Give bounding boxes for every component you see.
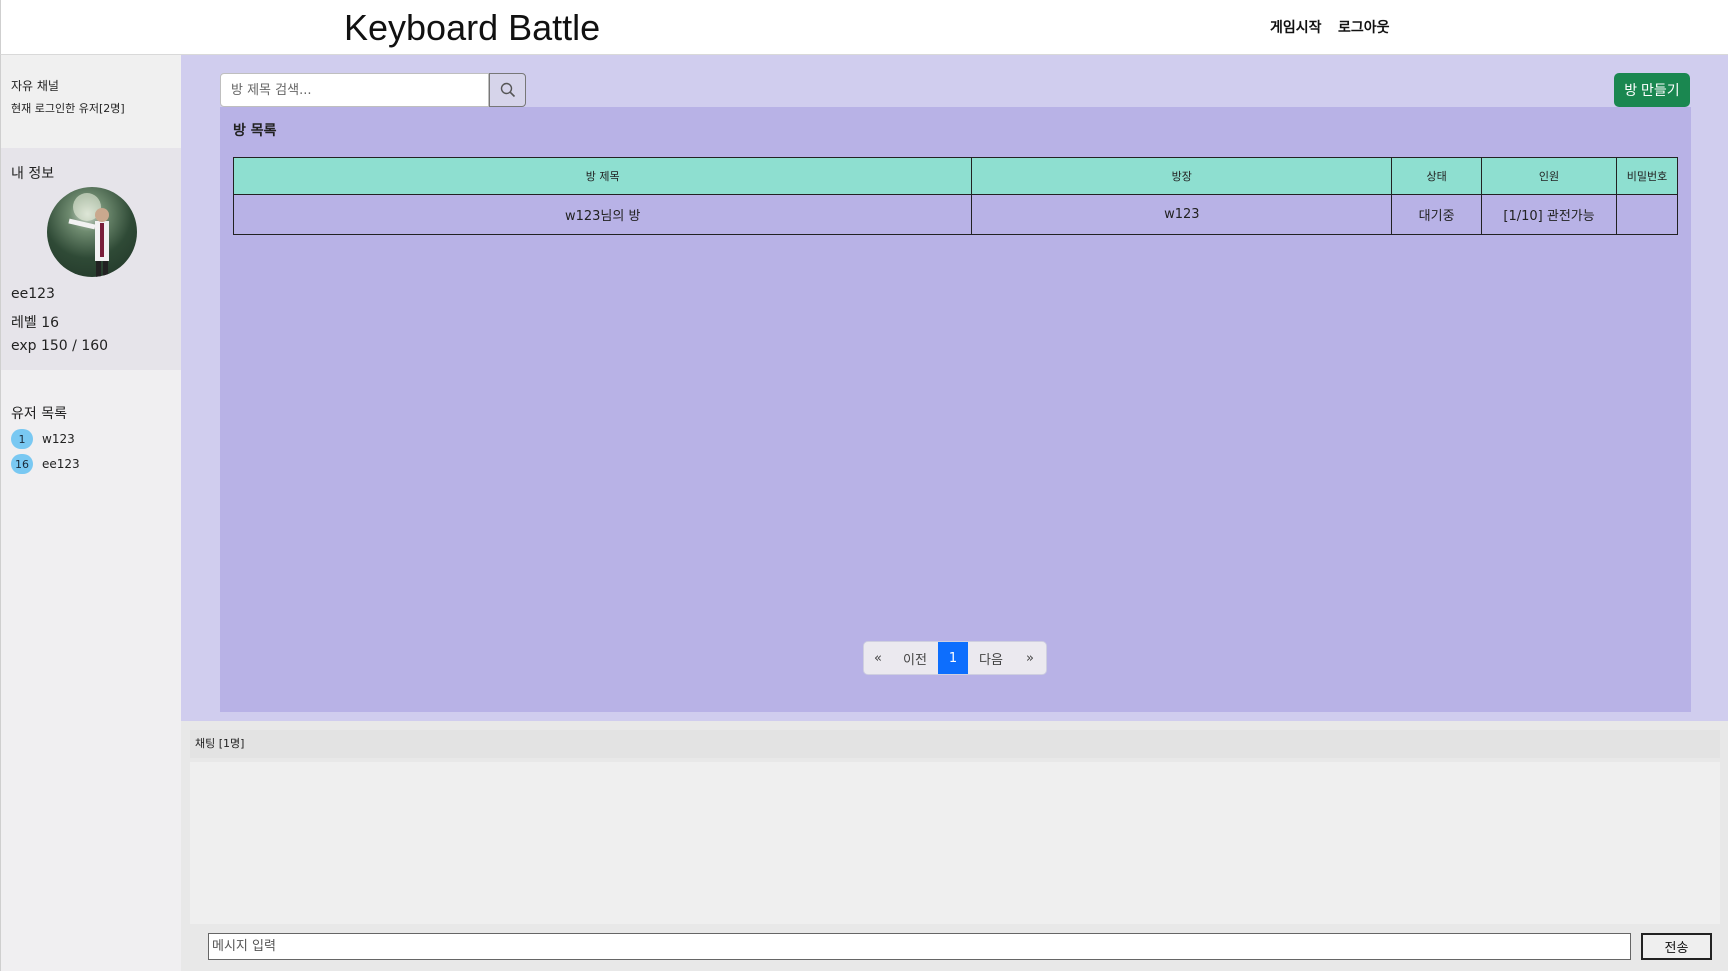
room-members-cell: [1/10] 관전가능	[1481, 194, 1618, 235]
search-bar	[220, 73, 489, 107]
avatar	[47, 187, 137, 277]
my-info-panel: 내 정보 ee123 레벨 16 exp 150 / 160	[1, 148, 182, 370]
my-username: ee123	[11, 286, 55, 302]
avatar-image	[68, 193, 109, 277]
create-room-button[interactable]: 방 만들기	[1614, 73, 1690, 107]
user-list-item[interactable]: 1 w123	[11, 429, 75, 449]
column-header: 방 제목	[232, 157, 973, 195]
room-search-input[interactable]	[220, 73, 489, 107]
channel-title: 자유 채널	[11, 79, 59, 93]
channel-info: 자유 채널 현재 로그인한 유저[2명]	[1, 55, 182, 148]
page-next[interactable]: 다음	[968, 642, 1014, 674]
column-header: 방장	[971, 157, 1393, 195]
chat-message-input[interactable]	[208, 933, 1631, 960]
brand-title[interactable]: Keyboard Battle	[344, 6, 600, 50]
pagination: « 이전 1 다음 »	[863, 641, 1047, 675]
chat-log[interactable]	[190, 762, 1720, 924]
room-title-cell[interactable]: w123님의 방	[232, 194, 973, 235]
room-owner-cell: w123	[971, 194, 1393, 235]
user-list-name: w123	[42, 432, 75, 446]
user-list-title: 유저 목록	[11, 406, 67, 422]
my-info-title: 내 정보	[11, 166, 55, 182]
room-status-cell: 대기중	[1391, 194, 1483, 235]
room-password-cell	[1616, 194, 1678, 235]
main-content: 방 만들기 방 목록 방 제목 방장 상태 인원 비밀번호 w123님의 방 w…	[181, 55, 1728, 721]
room-list-title: 방 목록	[233, 123, 277, 139]
chat-header: 채팅 [1명]	[190, 730, 1720, 758]
user-list-name: ee123	[42, 457, 80, 471]
chat-area: 채팅 [1명] 전송	[181, 721, 1728, 971]
user-list-item[interactable]: 16 ee123	[11, 454, 80, 474]
my-level: 레벨 16	[11, 315, 60, 331]
room-table: 방 제목 방장 상태 인원 비밀번호 w123님의 방 w123 대기중 [1/…	[232, 157, 1678, 235]
page-last[interactable]: »	[1014, 642, 1046, 674]
table-row[interactable]: w123님의 방 w123 대기중 [1/10] 관전가능	[232, 194, 1678, 235]
room-table-header: 방 제목 방장 상태 인원 비밀번호	[232, 157, 1678, 195]
search-button[interactable]	[489, 73, 526, 107]
level-badge: 16	[11, 454, 33, 474]
nav-logout[interactable]: 로그아웃	[1338, 18, 1390, 38]
nav-game-start[interactable]: 게임시작	[1270, 18, 1322, 38]
search-icon	[500, 82, 515, 98]
my-exp: exp 150 / 160	[11, 338, 109, 354]
column-header: 비밀번호	[1616, 157, 1678, 195]
room-list-panel: 방 목록 방 제목 방장 상태 인원 비밀번호 w123님의 방 w123 대기…	[220, 107, 1691, 712]
page-first[interactable]: «	[864, 642, 892, 674]
online-user-count: 현재 로그인한 유저[2명]	[11, 102, 125, 115]
column-header: 상태	[1391, 157, 1483, 195]
page-prev[interactable]: 이전	[892, 642, 938, 674]
send-button[interactable]: 전송	[1641, 933, 1712, 960]
top-header: Keyboard Battle 게임시작 로그아웃	[0, 0, 1728, 55]
page-current[interactable]: 1	[938, 642, 968, 674]
level-badge: 1	[11, 429, 33, 449]
column-header: 인원	[1481, 157, 1618, 195]
sidebar: 자유 채널 현재 로그인한 유저[2명] 내 정보 ee123 레벨 16 ex…	[0, 55, 182, 971]
